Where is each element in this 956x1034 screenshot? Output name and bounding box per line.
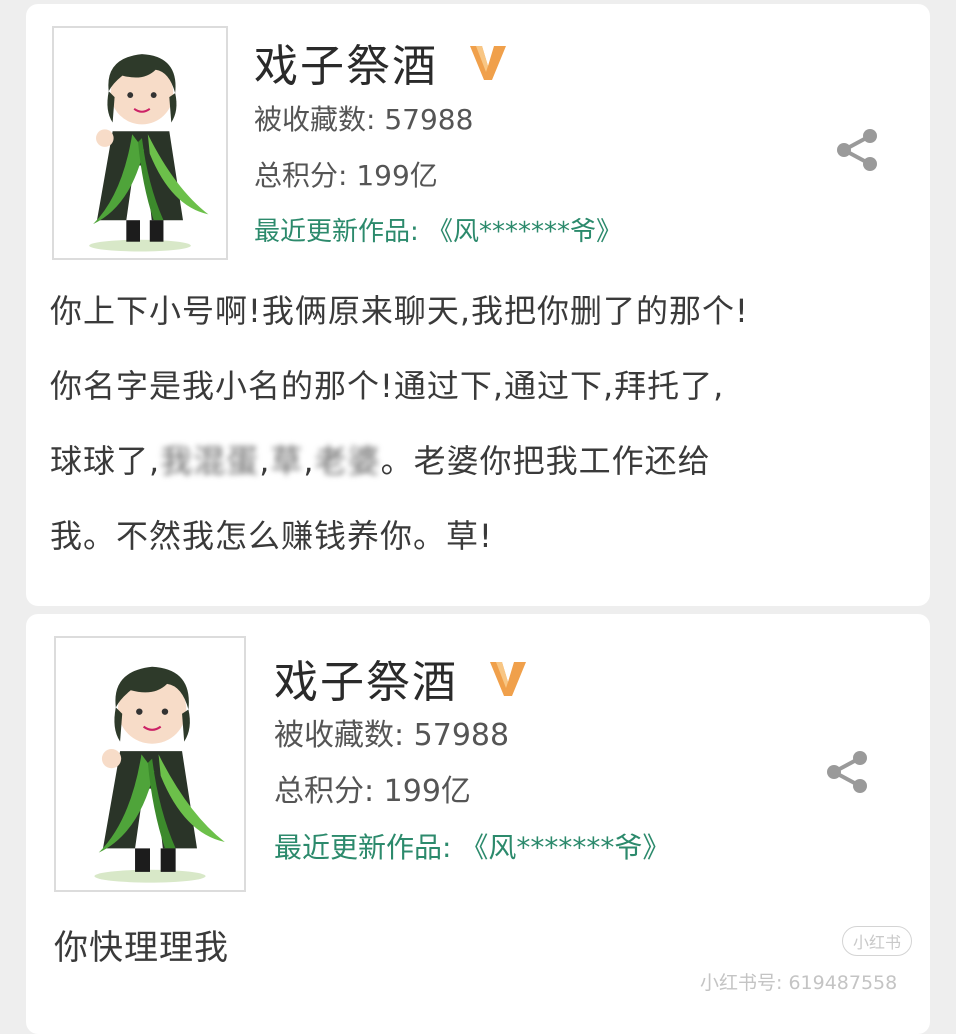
author-info: 戏子祭酒 被收藏数: 57988 总积分: 199亿 最近更新作品: 《风***… [254, 32, 622, 260]
avatar[interactable] [54, 636, 246, 892]
body-line: 你上下小号啊!我俩原来聊天,我把你删了的那个! [50, 292, 749, 330]
score-stat: 总积分: 199亿 [254, 148, 622, 204]
favorites-value: 57988 [384, 103, 474, 136]
blurred-text: 我混蛋 [160, 442, 260, 480]
recent-work-row: 最近更新作品: 《风*******爷》 [254, 204, 622, 260]
author-info: 戏子祭酒 被收藏数: 57988 总积分: 199亿 最近更新作品: 《风***… [274, 648, 670, 876]
share-icon[interactable] [822, 746, 874, 798]
body-line-start: 球球了, [50, 442, 161, 480]
favorites-label: 被收藏数: [274, 718, 405, 753]
share-icon[interactable] [832, 124, 884, 176]
post-body: 你上下小号啊!我俩原来聊天,我把你删了的那个! 你名字是我小名的那个!通过下,通过… [50, 274, 910, 574]
recent-work-link[interactable]: 《风*******爷》 [460, 831, 670, 864]
author-name-row: 戏子祭酒 [254, 32, 622, 92]
watermark-badge: 小红书 [842, 926, 913, 956]
vip-badge-icon [486, 656, 530, 700]
blurred-text: 老婆 [314, 442, 381, 480]
body-line-end: 。老婆你把我工作还给 [380, 442, 711, 480]
blurred-text: 草 [270, 442, 304, 480]
recent-work-link[interactable]: 《风*******爷》 [427, 217, 622, 247]
favorites-stat: 被收藏数: 57988 [254, 92, 622, 148]
post-card: 戏子祭酒 被收藏数: 57988 总积分: 199亿 最近更新作品: 《风***… [26, 4, 930, 606]
body-line: 我。不然我怎么赚钱养你。草! [50, 517, 493, 555]
recent-work-label: 最近更新作品: [254, 217, 419, 247]
post-card: 戏子祭酒 被收藏数: 57988 总积分: 199亿 最近更新作品: 《风***… [26, 614, 930, 1034]
body-line: 球球了,我混蛋,草,老婆。老婆你把我工作还给 [50, 442, 711, 480]
author-name[interactable]: 戏子祭酒 [274, 646, 458, 710]
score-stat: 总积分: 199亿 [274, 764, 670, 820]
recent-work-row: 最近更新作品: 《风*******爷》 [274, 820, 670, 876]
favorites-label: 被收藏数: [254, 103, 376, 136]
recent-work-label: 最近更新作品: [274, 831, 452, 864]
score-value: 199亿 [383, 774, 471, 809]
favorites-stat: 被收藏数: 57988 [274, 708, 670, 764]
watermark-id: 小红书号: 619487558 [700, 972, 898, 994]
author-name[interactable]: 戏子祭酒 [254, 30, 438, 94]
score-label: 总积分: [274, 774, 375, 809]
favorites-value: 57988 [413, 718, 510, 753]
score-value: 199亿 [356, 159, 438, 192]
author-name-row: 戏子祭酒 [274, 648, 670, 708]
avatar[interactable] [52, 26, 228, 260]
score-label: 总积分: [254, 159, 348, 192]
vip-badge-icon [466, 40, 510, 84]
body-line: 你名字是我小名的那个!通过下,通过下,拜托了, [50, 367, 725, 405]
